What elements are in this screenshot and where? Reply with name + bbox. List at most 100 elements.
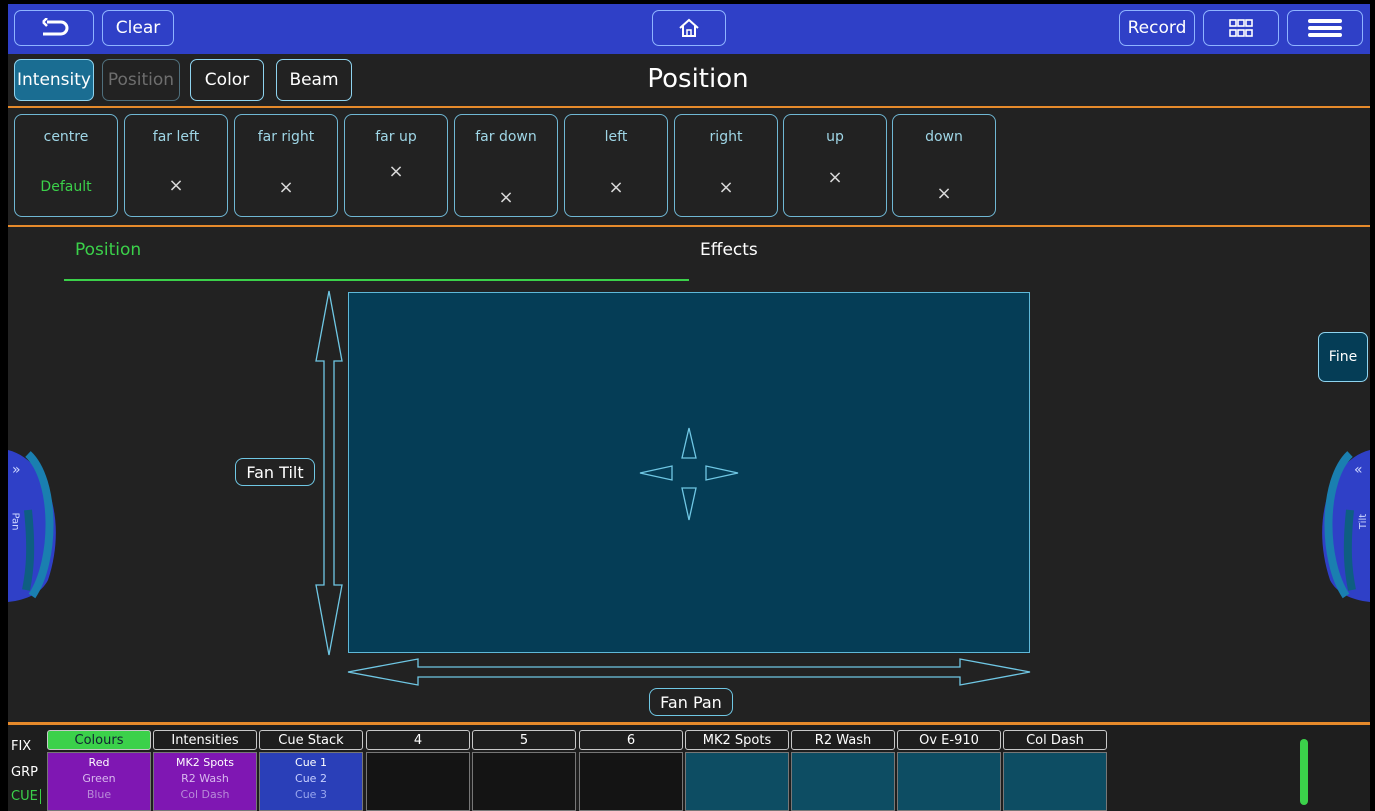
playback-col-dash[interactable]: Col Dash: [1003, 730, 1107, 811]
list-item: Cue 2: [295, 772, 327, 785]
pan-wheel[interactable]: » Pan: [8, 450, 60, 602]
preset-down[interactable]: down ×: [892, 114, 996, 217]
tab-intensity[interactable]: Intensity: [14, 59, 94, 101]
list-item: Blue: [86, 788, 112, 801]
tab-beam[interactable]: Beam: [276, 59, 352, 101]
playback-ov-e910[interactable]: Ov E-910: [897, 730, 1001, 811]
preset-name: far down: [475, 129, 537, 145]
fan-pan-button[interactable]: Fan Pan: [649, 688, 733, 716]
preset-far-down[interactable]: far down ×: [454, 114, 558, 217]
playback-header: Cue Stack: [259, 730, 363, 750]
row-label-fix[interactable]: FIX: [11, 739, 31, 754]
pan-wheel-label: Pan: [9, 512, 21, 531]
playback-5[interactable]: 5: [472, 730, 576, 811]
playback-body: [897, 752, 1001, 811]
playback-header: 5: [472, 730, 576, 750]
home-icon: [679, 18, 699, 37]
row-label-cue[interactable]: CUE: [11, 789, 41, 804]
hamburger-menu-icon: [1308, 19, 1342, 37]
playback-header: 6: [579, 730, 683, 750]
playback-header: MK2 Spots: [685, 730, 789, 750]
list-item: R2 Wash: [181, 772, 229, 785]
preset-far-left[interactable]: far left ×: [124, 114, 228, 217]
fan-tilt-arrow[interactable]: [313, 289, 345, 657]
playback-mk2-spots[interactable]: MK2 Spots: [685, 730, 789, 811]
playback-body: Cue 1 Cue 2 Cue 3: [259, 752, 363, 811]
close-icon: ×: [827, 167, 843, 188]
playback-body: MK2 Spots R2 Wash Col Dash: [153, 752, 257, 811]
preset-value: Default: [40, 179, 92, 195]
preset-name: far left: [152, 129, 200, 145]
subtab-effects[interactable]: Effects: [700, 240, 758, 260]
close-icon: ×: [168, 175, 184, 196]
preset-left[interactable]: left ×: [564, 114, 668, 217]
tab-position[interactable]: Position: [102, 59, 180, 101]
preset-name: left: [604, 129, 628, 145]
playback-header: Intensities: [153, 730, 257, 750]
top-bar: Clear Record: [8, 4, 1370, 54]
list-item: Col Dash: [180, 788, 230, 801]
list-item: Cue 3: [295, 788, 327, 801]
preset-name: centre: [43, 129, 89, 145]
page-title: Position: [647, 64, 749, 94]
playback-6[interactable]: 6: [579, 730, 683, 811]
main-panel: Intensity Position Color Beam Position c…: [8, 54, 1370, 722]
close-icon: ×: [718, 177, 734, 198]
playback-body: [685, 752, 789, 811]
divider: [8, 225, 1370, 227]
playback-header: Ov E-910: [897, 730, 1001, 750]
playback-body: Red Green Blue: [47, 752, 151, 811]
grid-view-button[interactable]: [1203, 10, 1279, 46]
playback-body: [791, 752, 895, 811]
playback-body: [472, 752, 576, 811]
playback-body: [1003, 752, 1107, 811]
list-item: MK2 Spots: [176, 756, 234, 769]
preset-right[interactable]: right ×: [674, 114, 778, 217]
tab-color[interactable]: Color: [190, 59, 264, 101]
menu-button[interactable]: [1287, 10, 1363, 46]
pan-tilt-pad[interactable]: [348, 292, 1030, 653]
back-button[interactable]: [14, 10, 94, 46]
list-item: Green: [82, 772, 116, 785]
preset-name: down: [925, 129, 963, 145]
list-item: Red: [88, 756, 110, 769]
preset-far-up[interactable]: far up ×: [344, 114, 448, 217]
preset-name: far up: [375, 129, 417, 145]
fan-tilt-button[interactable]: Fan Tilt: [235, 458, 315, 486]
close-icon: ×: [936, 183, 952, 204]
row-label-grp[interactable]: GRP: [11, 765, 38, 780]
crosshair-icon: [639, 427, 739, 521]
master-fader[interactable]: [1300, 739, 1308, 805]
preset-far-right[interactable]: far right ×: [234, 114, 338, 217]
subtab-underline: [64, 279, 689, 281]
playback-header: R2 Wash: [791, 730, 895, 750]
playback-header: Col Dash: [1003, 730, 1107, 750]
playback-body: [366, 752, 470, 811]
close-icon: ×: [498, 187, 514, 208]
divider: [8, 106, 1370, 108]
preset-centre[interactable]: centre Default: [14, 114, 118, 217]
playback-colours[interactable]: Colours Red Green Blue: [47, 730, 151, 811]
preset-name: up: [826, 129, 844, 145]
close-icon: ×: [388, 161, 404, 182]
subtab-position[interactable]: Position: [75, 240, 141, 260]
playback-bar: FIX GRP CUE Colours Red Green Blue Inten…: [8, 725, 1370, 811]
grid-icon: [1229, 19, 1253, 37]
fine-button[interactable]: Fine: [1318, 332, 1368, 382]
preset-up[interactable]: up ×: [783, 114, 887, 217]
home-button[interactable]: [652, 10, 726, 46]
playback-body: [579, 752, 683, 811]
close-icon: ×: [278, 177, 294, 198]
playback-cue-stack[interactable]: Cue Stack Cue 1 Cue 2 Cue 3: [259, 730, 363, 811]
tilt-wheel[interactable]: « Tilt: [1318, 450, 1370, 602]
list-item: Cue 1: [295, 756, 327, 769]
preset-name: far right: [257, 129, 315, 145]
playback-4[interactable]: 4: [366, 730, 470, 811]
playback-r2-wash[interactable]: R2 Wash: [791, 730, 895, 811]
clear-button[interactable]: Clear: [102, 10, 174, 46]
undo-icon: [42, 18, 69, 36]
playback-intensities[interactable]: Intensities MK2 Spots R2 Wash Col Dash: [153, 730, 257, 811]
double-chevron-right-icon: »: [12, 462, 21, 478]
fan-pan-arrow[interactable]: [346, 656, 1032, 688]
record-button[interactable]: Record: [1119, 10, 1195, 46]
